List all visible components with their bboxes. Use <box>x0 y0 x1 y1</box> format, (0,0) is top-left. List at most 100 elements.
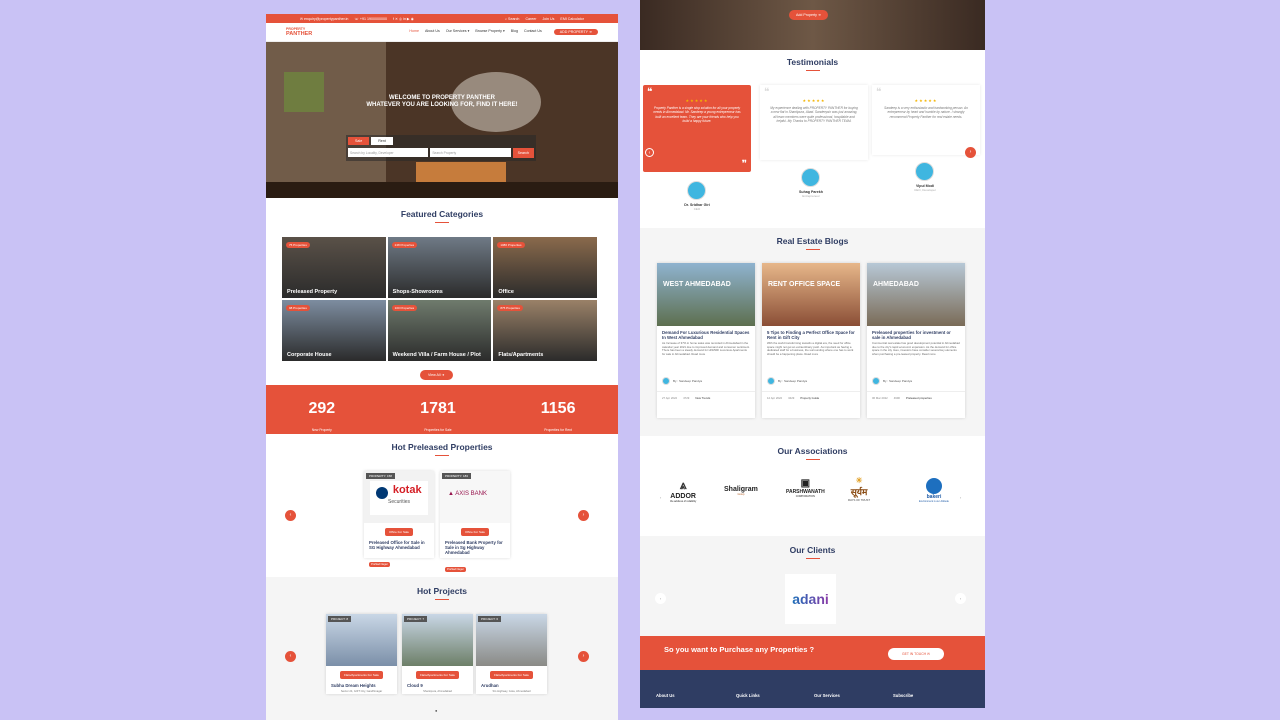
search-link[interactable]: ⌕ Search <box>505 17 519 21</box>
adani-logo[interactable]: adani <box>785 574 836 624</box>
next-arrow[interactable]: › <box>578 651 589 662</box>
project-card[interactable]: PROJECT: 7 Flats/Apartments For Sale Cloud… <box>402 614 473 694</box>
category-tile[interactable]: 875 Properties Flats/Apartments <box>493 300 597 361</box>
category-pill[interactable]: Flats/Apartments For Sale <box>416 671 459 679</box>
category-name: Preleased Property <box>287 289 338 295</box>
header: PROPERTY PANTHER Home About Us Our Servi… <box>266 23 618 42</box>
card-title[interactable]: Preleased Office for Sale in SG Highway … <box>364 538 434 552</box>
stat-label: Properties for Sale <box>424 428 452 432</box>
tab-sale[interactable]: Sale <box>348 137 370 145</box>
phone-link[interactable]: ☏ +91 1900000000 <box>354 17 387 21</box>
social-icons[interactable]: f ✕ ◎ in ▶ ◉ <box>393 17 414 21</box>
locality-search-input[interactable]: Search by Locality, Developer <box>348 148 429 157</box>
category-tile[interactable]: 1086 Properties Office <box>493 237 597 298</box>
blog-card[interactable]: WEST AHMEDABAD Demand For Luxurious Resid… <box>657 263 755 418</box>
title-underline <box>435 455 449 457</box>
card-title[interactable]: Cloud 9 <box>402 681 473 690</box>
blog-title[interactable]: Demand For Luxurious Residential Spaces … <box>657 326 755 342</box>
next-arrow[interactable]: › <box>955 492 966 503</box>
carousel-dot[interactable]: ● <box>435 708 437 713</box>
category-pill[interactable]: Office For Sale <box>385 528 413 536</box>
blog-author: By : Sandeep Pandya <box>657 375 755 387</box>
add-property-button[interactable]: ADD PROPERTY ➜ <box>553 29 598 35</box>
stat-number: 292 <box>308 400 336 417</box>
next-arrow[interactable]: › <box>955 593 966 604</box>
nav-blog[interactable]: Blog <box>511 29 518 35</box>
blog-date: 12 Apr 2022 <box>767 396 783 400</box>
nav-contact[interactable]: Contact Us <box>524 29 542 35</box>
footer-quick-links[interactable]: Quick Links <box>736 693 760 698</box>
blog-category[interactable]: Property Guide <box>800 396 819 400</box>
hero: WELCOME TO PROPERTY PANTHER WHATEVER YOU… <box>266 42 618 198</box>
category-tile[interactable]: 98 Properties Corporate House <box>282 300 386 361</box>
category-pill[interactable]: Flats/Apartments For Sale <box>340 671 383 679</box>
project-card[interactable]: PROJECT: 6 Flats/Apartments For Sale Arudh… <box>476 614 547 694</box>
assoc-suryam[interactable]: ☀ सूर्यम RAYS OF TRUST <box>848 476 870 502</box>
add-property-button[interactable]: Add Property ➜ <box>789 10 828 20</box>
footer: About Us Quick Links Our Services Subscr… <box>640 670 985 708</box>
assoc-shaligram[interactable]: Shaligram Group <box>724 486 758 496</box>
logo[interactable]: PROPERTY PANTHER <box>286 27 326 37</box>
footer-subscribe[interactable]: Subscribe <box>893 693 913 698</box>
category-pill[interactable]: Flats/Apartments For Sale <box>490 671 533 679</box>
search-button[interactable]: Search <box>512 148 535 158</box>
blog-title[interactable]: 5 Tips to Finding a Perfect Office Space… <box>762 326 860 342</box>
blog-card[interactable]: AHMEDABAD Preleased properties for invest… <box>867 263 965 418</box>
property-select[interactable]: Search Property <box>430 148 511 157</box>
project-card[interactable]: PROJECT: 8 Flats/Apartments For Sale Subha… <box>326 614 397 694</box>
footer-services[interactable]: Our Services <box>814 693 840 698</box>
category-count-badge: 98 Properties <box>286 305 310 311</box>
blog-image: WEST AHMEDABAD <box>657 263 755 326</box>
tab-rent[interactable]: Rent <box>371 137 393 145</box>
email-link[interactable]: ✉ enquiry@propertypanther.in <box>300 17 348 21</box>
blog-card[interactable]: RENT OFFICE SPACE 5 Tips to Finding a Per… <box>762 263 860 418</box>
category-tile[interactable]: 75 Properties Preleased Property <box>282 237 386 298</box>
blog-category[interactable]: Preleased properties <box>906 396 932 400</box>
stat-sale: 1781 Properties for Sale <box>420 400 456 434</box>
nav-services[interactable]: Our Services ▾ <box>446 29 470 35</box>
prev-arrow[interactable]: ‹ <box>655 492 666 503</box>
assoc-parshwanath[interactable]: ▣ PARSHWANATH CORPORATION <box>786 478 825 498</box>
get-in-touch-button[interactable]: GET IN TOUCH ✉ <box>888 648 944 660</box>
nav-about[interactable]: About Us <box>425 29 440 35</box>
emi-link[interactable]: EMI Calculator <box>560 17 584 21</box>
stat-number: 1781 <box>420 400 456 417</box>
assoc-sub: CORPORATION <box>795 495 815 498</box>
projects-header: Hot Projects <box>266 577 618 601</box>
preleased-card[interactable]: PROPERTY: 183 ▲ AXIS BANK Office For Sal… <box>440 471 510 572</box>
blog-title[interactable]: Preleased properties for investment or s… <box>867 326 965 342</box>
nav-home[interactable]: Home <box>409 29 419 35</box>
assoc-bakeri[interactable]: bakeri Environment is our Attitude <box>918 478 950 503</box>
associations-header: Our Associations <box>640 446 985 461</box>
footer-about[interactable]: About Us <box>656 693 675 698</box>
testimonials-header: Testimonials <box>640 57 985 72</box>
hero-line-2: WHATEVER YOU ARE LOOKING FOR, FIND IT HE… <box>366 102 518 108</box>
category-tile[interactable]: 100 Properties Weekend Villa / Farm House… <box>387 300 492 361</box>
card-title[interactable]: Subha Dream Heights <box>326 681 397 690</box>
cta-band: So you want to Purchase any Properties ?… <box>640 636 985 670</box>
prev-arrow[interactable]: ‹ <box>645 148 654 157</box>
testimonial-card-active: ❝ ★★★★★ Property Panther is a single sto… <box>643 85 751 172</box>
assoc-sub: Group <box>737 493 745 496</box>
blog-category[interactable]: New Trends <box>695 396 710 400</box>
prev-arrow[interactable]: ‹ <box>655 593 666 604</box>
join-link[interactable]: Join Us <box>542 17 554 21</box>
card-title[interactable]: Arudhan <box>476 681 547 690</box>
assoc-addor[interactable]: ⩓ ADDOR the address of reliability <box>670 478 696 503</box>
blog-image-text: RENT OFFICE SPACE <box>768 281 841 288</box>
project-tag: PROJECT: 6 <box>478 616 502 622</box>
next-arrow[interactable]: › <box>965 147 976 158</box>
testimonial-author: Vipul Modi CEO, Developer <box>898 184 952 192</box>
card-title[interactable]: Preleased Bank Property for Sale in Sg H… <box>440 538 510 557</box>
category-tile[interactable]: 248 Properties Shops-Showrooms <box>387 237 492 298</box>
prev-arrow[interactable]: ‹ <box>285 510 296 521</box>
next-arrow[interactable]: › <box>578 510 589 521</box>
career-link[interactable]: Career <box>525 17 536 21</box>
nav-browse[interactable]: Browse Property ▾ <box>475 29 504 35</box>
prev-arrow[interactable]: ‹ <box>285 651 296 662</box>
assoc-name: ADDOR <box>670 493 696 500</box>
blog-image-text: AHMEDABAD <box>873 281 919 288</box>
preleased-card[interactable]: PROPERTY: 158 kotak Securities Office Fo… <box>364 471 434 567</box>
category-pill[interactable]: Office For Sale <box>461 528 489 536</box>
view-all-button[interactable]: View All ➜ <box>420 370 453 380</box>
